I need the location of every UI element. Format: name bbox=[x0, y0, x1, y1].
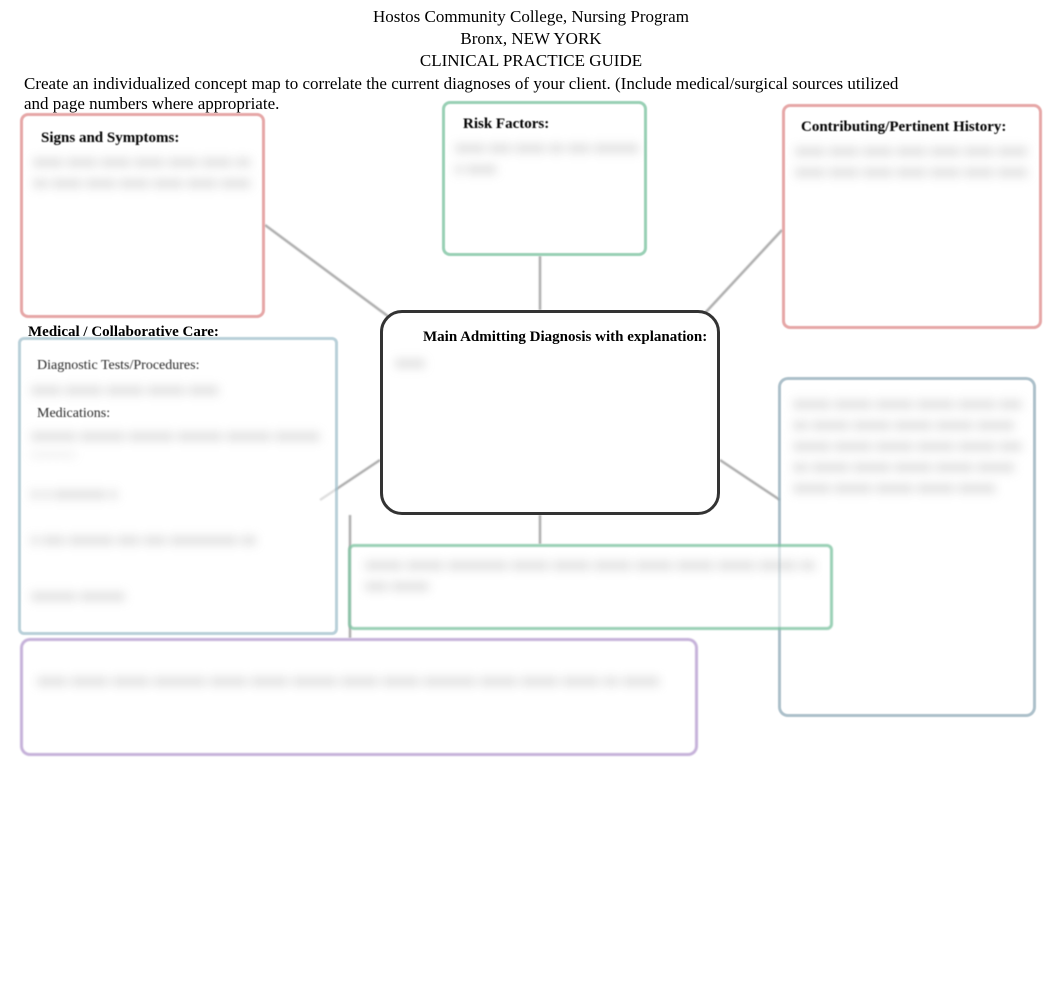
medical-collaborative-box: Diagnostic Tests/Procedures: xxxx xxxxx … bbox=[18, 337, 338, 635]
green-lower-content: xxxxx xxxxx xxxxxxxx xxxxx xxxxx xxxxx x… bbox=[365, 555, 828, 621]
header-line-2: Bronx, NEW YORK bbox=[0, 28, 1062, 50]
main-diagnosis-box: Main Admitting Diagnosis with explanatio… bbox=[380, 310, 720, 515]
risk-factors-box: Risk Factors: xxxx xxx xxxx xx xxx xxxxx… bbox=[442, 101, 647, 256]
purple-lower-box: xxxx xxxxx xxxxx xxxxxxx xxxxx xxxxx xxx… bbox=[20, 638, 698, 756]
diagnostic-tests-subtitle: Diagnostic Tests/Procedures: bbox=[37, 358, 199, 374]
medications-subtitle: Medications: bbox=[37, 406, 110, 422]
main-diagnosis-content: xxxx bbox=[395, 353, 463, 374]
medcollab-line-4: x xxx xxxxxx xxx xxx xxxxxxxxx xx bbox=[31, 530, 339, 546]
header-line-1: Hostos Community College, Nursing Progra… bbox=[0, 6, 1062, 28]
risk-factors-content: xxxx xxx xxxx xx xxx xxxxxxx xxxx bbox=[455, 138, 648, 238]
signs-symptoms-content: xxxx xxxx xxxx xxxx xxxx xxxx xxxx xxxx … bbox=[33, 152, 261, 302]
document-header: Hostos Community College, Nursing Progra… bbox=[0, 0, 1062, 72]
medications-content: xxxxxx xxxxxx xxxxxx xxxxxx xxxxxx xxxxx… bbox=[31, 426, 334, 456]
history-box: Contributing/Pertinent History: xxxx xxx… bbox=[782, 104, 1042, 329]
header-line-3: CLINICAL PRACTICE GUIDE bbox=[0, 50, 1062, 72]
green-lower-box: xxxxx xxxxx xxxxxxxx xxxxx xxxxx xxxxx x… bbox=[348, 544, 833, 630]
signs-symptoms-title: Signs and Symptoms: bbox=[41, 130, 179, 147]
main-diagnosis-title: Main Admitting Diagnosis with explanatio… bbox=[423, 329, 707, 346]
medcollab-line-3: x x xxxxxxx x bbox=[31, 484, 189, 500]
risk-factors-title: Risk Factors: bbox=[463, 116, 549, 133]
diagnostic-tests-content: xxxx xxxxx xxxxx xxxxx xxxx bbox=[31, 380, 329, 396]
medcollab-line-5: xxxxxx xxxxxx bbox=[31, 586, 189, 602]
document-page: Hostos Community College, Nursing Progra… bbox=[0, 0, 1062, 1006]
signs-symptoms-box: Signs and Symptoms: xxxx xxxx xxxx xxxx … bbox=[20, 113, 265, 318]
history-content: xxxx xxxx xxxx xxxx xxxx xxxx xxxx xxxx … bbox=[795, 141, 1038, 311]
purple-lower-content: xxxx xxxxx xxxxx xxxxxxx xxxxx xxxxx xxx… bbox=[37, 671, 690, 751]
history-title: Contributing/Pertinent History: bbox=[801, 119, 1006, 136]
